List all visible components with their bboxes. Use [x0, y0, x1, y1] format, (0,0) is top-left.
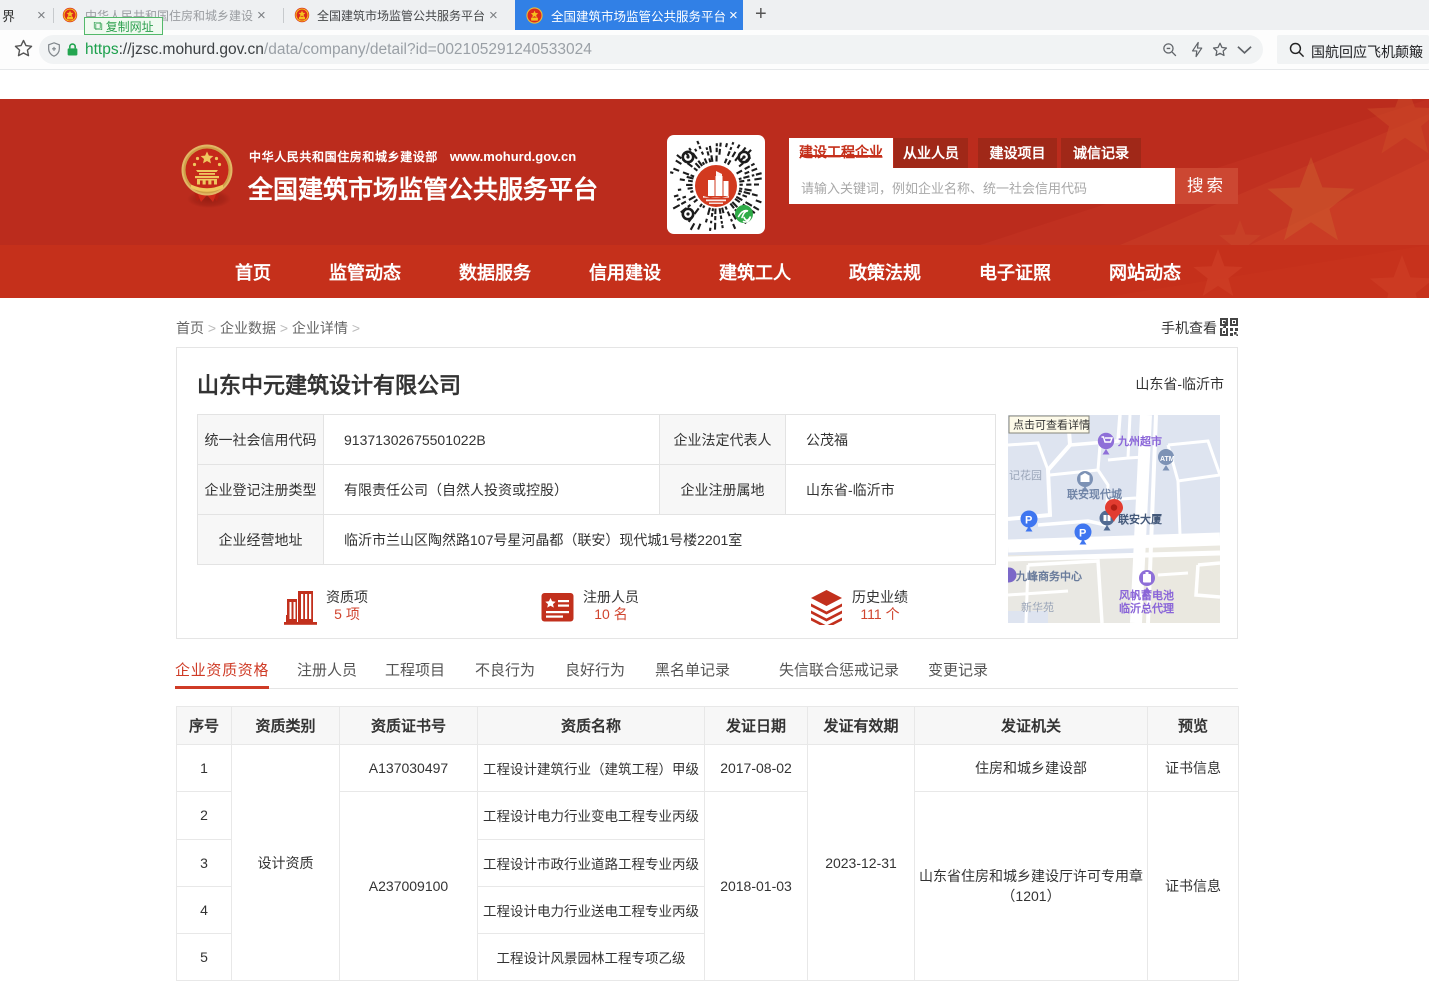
svg-text:九州超市: 九州超市 [1117, 434, 1162, 448]
svg-text:P: P [1079, 528, 1086, 540]
svg-text:P: P [1025, 515, 1032, 527]
svg-text:ATM: ATM [1160, 456, 1175, 463]
svg-text:点击可查看详情: 点击可查看详情 [1013, 418, 1090, 432]
svg-text:新华苑: 新华苑 [1021, 600, 1054, 614]
svg-text:记花园: 记花园 [1009, 469, 1042, 482]
svg-text:临沂总代理: 临沂总代理 [1119, 601, 1174, 615]
svg-text:联安大厦: 联安大厦 [1118, 512, 1163, 526]
svg-text:联安现代城: 联安现代城 [1067, 487, 1122, 501]
svg-text:九峰商务中心: 九峰商务中心 [1015, 569, 1082, 583]
svg-text:风帆蓄电池: 风帆蓄电池 [1119, 588, 1174, 602]
